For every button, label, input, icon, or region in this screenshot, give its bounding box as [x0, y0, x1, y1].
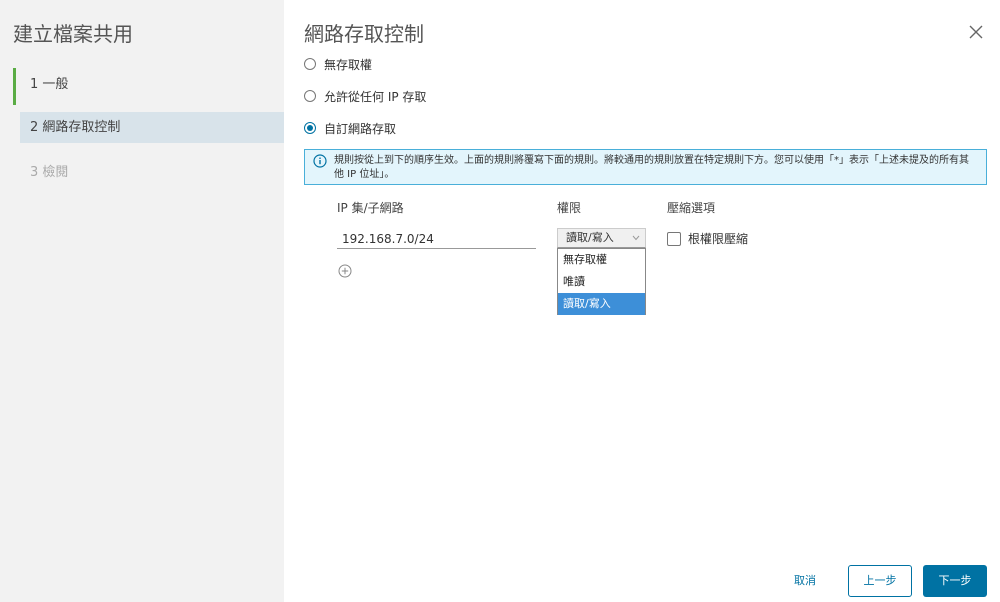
- step-network-access[interactable]: 2 網路存取控制: [20, 112, 284, 143]
- radio-no-access[interactable]: 無存取權: [304, 55, 372, 73]
- add-rule-icon[interactable]: [338, 264, 352, 278]
- next-button[interactable]: 下一步: [923, 565, 987, 597]
- squash-column-header: 壓縮選項: [667, 201, 716, 215]
- page-title: 網路存取控制: [304, 22, 424, 46]
- root-squash-checkbox[interactable]: [667, 231, 681, 246]
- radio-button[interactable]: [304, 90, 316, 102]
- ip-subnet-input[interactable]: [337, 229, 536, 249]
- cancel-button[interactable]: 取消: [784, 566, 826, 596]
- root-squash-checkbox-row[interactable]: 根權限壓縮: [667, 230, 748, 247]
- radio-button-selected[interactable]: [304, 122, 316, 134]
- info-alert: 規則按從上到下的順序生效。上面的規則將覆寫下面的規則。將較通用的規則放置在特定規…: [304, 149, 987, 185]
- close-icon[interactable]: [966, 22, 986, 42]
- back-button[interactable]: 上一步: [848, 565, 912, 597]
- chevron-down-icon: [632, 235, 640, 241]
- option-read-only[interactable]: 唯讀: [558, 271, 645, 293]
- radio-custom-access[interactable]: 自訂網路存取: [304, 119, 396, 137]
- permission-dropdown: 無存取權 唯讀 讀取/寫入: [557, 248, 646, 315]
- step-general[interactable]: 1 一般: [13, 68, 284, 105]
- permission-select-value: 讀取/寫入: [566, 231, 614, 244]
- wizard-title: 建立檔案共用: [13, 22, 133, 46]
- wizard-sidebar: 建立檔案共用 1 一般 2 網路存取控制 3 檢閱: [0, 0, 284, 602]
- radio-button[interactable]: [304, 58, 316, 70]
- root-squash-label: 根權限壓縮: [688, 232, 749, 246]
- radio-label: 允許從任何 IP 存取: [324, 89, 427, 104]
- radio-label: 自訂網路存取: [324, 121, 397, 136]
- info-text: 規則按從上到下的順序生效。上面的規則將覆寫下面的規則。將較通用的規則放置在特定規…: [334, 155, 969, 180]
- permission-select[interactable]: 讀取/寫入: [557, 228, 646, 248]
- permission-column-header: 權限: [557, 201, 582, 215]
- info-icon: [313, 154, 327, 168]
- radio-allow-any-ip[interactable]: 允許從任何 IP 存取: [304, 87, 426, 105]
- step-review: 3 檢閱: [30, 165, 69, 180]
- ip-column-header: IP 集/子網路: [337, 201, 404, 215]
- option-no-access[interactable]: 無存取權: [558, 249, 645, 271]
- radio-label: 無存取權: [324, 57, 373, 72]
- option-read-write[interactable]: 讀取/寫入: [558, 293, 645, 315]
